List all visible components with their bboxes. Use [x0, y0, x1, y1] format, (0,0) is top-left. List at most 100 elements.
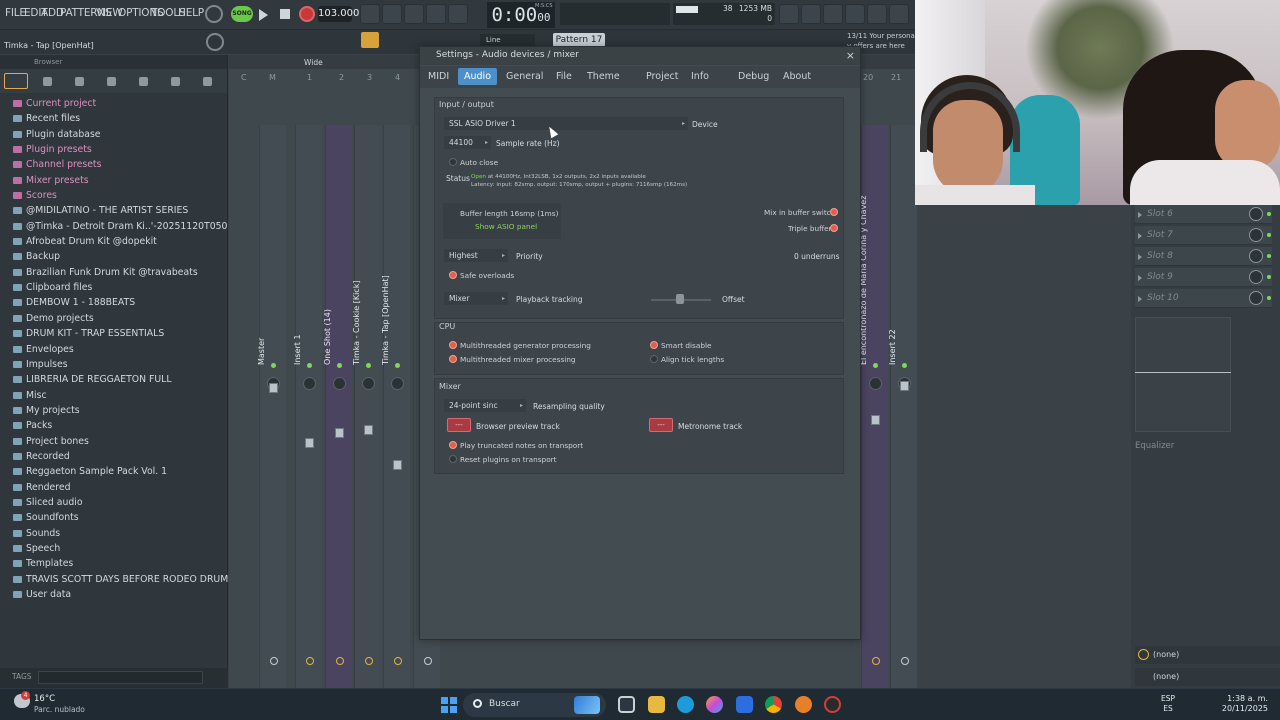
browser-item[interactable]: Envelopes — [0, 342, 228, 357]
slot-enable-led[interactable] — [1267, 212, 1271, 216]
offset-slider[interactable] — [676, 294, 684, 304]
strip-enable-led[interactable] — [873, 363, 878, 368]
chrome-icon[interactable] — [765, 696, 782, 713]
stop-icon[interactable] — [280, 9, 290, 19]
strip-enable-led[interactable] — [307, 363, 312, 368]
slot-mix-knob[interactable] — [1249, 291, 1263, 305]
mixer-strip[interactable]: Insert 1 — [293, 125, 322, 720]
slot-enable-led[interactable] — [1267, 296, 1271, 300]
effect-slot[interactable]: Slot 10 — [1135, 289, 1272, 308]
undo-history-icon[interactable] — [779, 4, 799, 24]
tags-input[interactable] — [38, 671, 203, 684]
strip-send-icon[interactable] — [306, 657, 314, 665]
effect-slot[interactable]: Slot 8 — [1135, 247, 1272, 266]
strip-volume-fader[interactable] — [871, 415, 880, 425]
browser-preview-track-button[interactable]: --- — [447, 418, 471, 432]
tab-theme[interactable]: Theme — [582, 70, 625, 83]
strip-send-icon[interactable] — [394, 657, 402, 665]
strip-send-icon[interactable] — [365, 657, 373, 665]
browser-item[interactable]: Templates — [0, 556, 228, 571]
browser-item[interactable]: Speech — [0, 541, 228, 556]
browser-item[interactable]: Plugin database — [0, 127, 228, 142]
close-icon[interactable]: × — [846, 50, 855, 61]
align-tick-radio[interactable] — [650, 355, 658, 363]
browser-item[interactable]: DEMBOW 1 - 188BEATS — [0, 295, 228, 310]
browser-item[interactable]: LIBRERIA DE REGGAETON FULL — [0, 372, 228, 387]
browser-item[interactable]: DRUM KIT - TRAP ESSENTIALS — [0, 326, 228, 341]
output-routing[interactable]: (none) — [1135, 668, 1280, 686]
step-edit-icon[interactable] — [426, 4, 446, 24]
browser-item[interactable]: Soundfonts — [0, 510, 228, 525]
browser-item[interactable]: Plugin presets — [0, 142, 228, 157]
strip-pan-knob[interactable] — [869, 377, 882, 390]
slot-enable-led[interactable] — [1267, 254, 1271, 258]
record-icon[interactable] — [299, 6, 315, 22]
language-indicator[interactable]: ESP ES — [1161, 694, 1175, 714]
strip-send-icon[interactable] — [872, 657, 880, 665]
browser-item[interactable]: Packs — [0, 418, 228, 433]
file-explorer-icon[interactable] — [648, 696, 665, 713]
strip-volume-fader[interactable] — [393, 460, 402, 470]
store-icon[interactable] — [736, 696, 753, 713]
strip-volume-fader[interactable] — [269, 383, 278, 393]
browser-item[interactable]: Clipboard files — [0, 280, 228, 295]
weather-temperature[interactable]: 16°C — [34, 694, 55, 704]
play-icon[interactable] — [259, 9, 268, 21]
mixer-strip[interactable]: Timka - Cookie [Kick] — [352, 125, 381, 720]
song-mode-toggle[interactable]: SONG — [231, 6, 253, 22]
countdown-icon[interactable] — [404, 4, 424, 24]
browser-item[interactable]: Demo projects — [0, 311, 228, 326]
tab-audio[interactable]: Audio — [458, 68, 498, 85]
browser-item[interactable]: User data — [0, 587, 228, 602]
tab-about[interactable]: About — [778, 70, 816, 83]
layout-icon[interactable] — [889, 4, 909, 24]
browser-item[interactable]: Recorded — [0, 449, 228, 464]
strip-pan-knob[interactable] — [362, 377, 375, 390]
strip-send-icon[interactable] — [336, 657, 344, 665]
slot-mix-knob[interactable] — [1249, 249, 1263, 263]
effect-slot[interactable]: Slot 7 — [1135, 226, 1272, 245]
strip-pan-knob[interactable] — [303, 377, 316, 390]
show-asio-panel-link[interactable]: Show ASIO panel — [475, 222, 537, 231]
save-icon[interactable] — [867, 4, 887, 24]
device-select[interactable]: SSL ASIO Driver 1 — [444, 117, 688, 130]
slot-mix-knob[interactable] — [1249, 207, 1263, 221]
metronome-icon[interactable] — [360, 4, 380, 24]
recorder-icon[interactable] — [824, 696, 841, 713]
strip-send-icon[interactable] — [901, 657, 909, 665]
master-volume-knob[interactable] — [205, 5, 223, 23]
browser-item[interactable]: Scores — [0, 188, 228, 203]
browser-item[interactable]: Project bones — [0, 434, 228, 449]
task-view-icon[interactable] — [618, 696, 635, 713]
fl-studio-icon[interactable] — [795, 696, 812, 713]
browser-tab-plugins[interactable] — [107, 77, 116, 86]
browser-item[interactable]: My projects — [0, 403, 228, 418]
browser-tab-folder[interactable] — [203, 77, 212, 86]
browser-item[interactable]: @MIDILATINO - THE ARTIST SERIES — [0, 203, 228, 218]
browser-item[interactable]: Current project — [0, 96, 228, 111]
browser-item[interactable]: Reggaeton Sample Pack Vol. 1 — [0, 464, 228, 479]
strip-pan-knob[interactable] — [391, 377, 404, 390]
slot-expand-icon[interactable] — [1138, 296, 1142, 302]
browser-item[interactable]: Sliced audio — [0, 495, 228, 510]
sample-rate-select[interactable]: 44100 — [444, 136, 491, 149]
playback-tracking-select[interactable]: Mixer — [444, 292, 508, 305]
browser-item[interactable]: TRAVIS SCOTT DAYS BEFORE RODEO DRUM KIT … — [0, 572, 228, 587]
tab-file[interactable]: File — [551, 70, 577, 83]
mixer-view-mode[interactable]: Wide — [304, 58, 323, 67]
loop-record-icon[interactable] — [448, 4, 468, 24]
strip-enable-led[interactable] — [902, 363, 907, 368]
slot-expand-icon[interactable] — [1138, 233, 1142, 239]
mixer-strip[interactable]: El encontronazo de Maria Corina y Chavez — [859, 125, 888, 720]
mix-in-buffer-radio[interactable] — [830, 208, 838, 216]
browser-tab-all[interactable] — [4, 73, 28, 89]
auto-close-radio[interactable] — [449, 158, 457, 166]
mixer-strip[interactable]: Master — [257, 125, 286, 720]
browser-item[interactable]: Channel presets — [0, 157, 228, 172]
browser-tab-cloud[interactable] — [139, 77, 148, 86]
browser-item[interactable]: Backup — [0, 249, 228, 264]
strip-volume-fader[interactable] — [305, 438, 314, 448]
smart-disable-radio[interactable] — [650, 341, 658, 349]
strip-pan-knob[interactable] — [333, 377, 346, 390]
browser-item[interactable]: Brazilian Funk Drum Kit @travabeats — [0, 265, 228, 280]
